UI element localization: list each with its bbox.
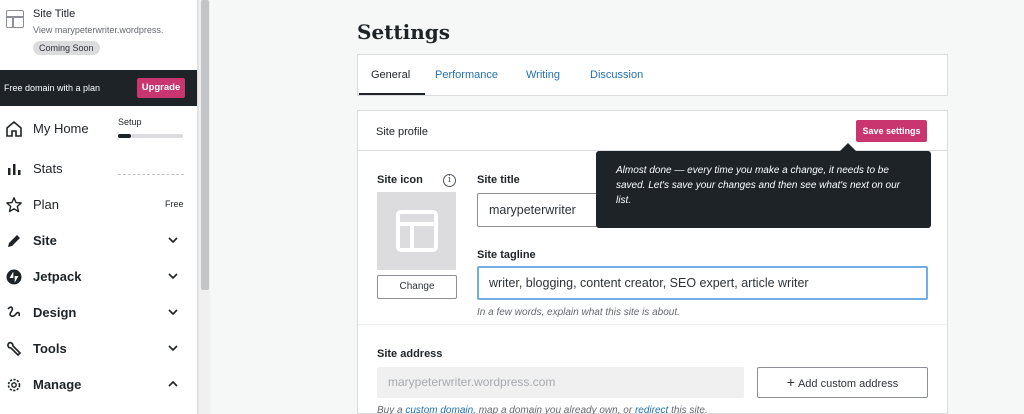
sidebar-item-label: Tools [33,341,67,356]
setup-label: Setup [118,117,142,127]
address-hint: Buy a custom domain, map a domain you al… [377,405,708,414]
chevron-down-icon [168,237,178,244]
change-icon-button[interactable]: Change [377,275,457,299]
app-root: Site Title View marypeterwriter.wordpres… [0,0,1024,414]
plus-icon: + [786,374,795,390]
site-address-input: marypeterwriter.wordpress.com [377,367,744,398]
site-layout-icon [6,10,24,28]
chevron-down-icon [168,345,178,352]
sidebar-item-label: Stats [33,161,63,176]
site-title-input[interactable]: marypeterwriter [477,193,607,227]
custom-domain-link[interactable]: custom domain, [405,405,476,414]
section-divider [358,324,947,325]
save-settings-button[interactable]: Save settings [856,120,927,142]
hint-text: this site. [668,405,708,414]
hint-text: map a domain you already own, or [475,405,635,414]
home-icon [6,120,22,137]
sidebar-item-stats[interactable]: Stats [0,151,197,187]
site-icon-label: Site icon [377,174,423,186]
site-layout-icon [396,210,438,252]
tagline-help-text: In a few words, explain what this site i… [477,307,680,318]
scrollbar-thumb[interactable] [201,0,209,290]
upgrade-button[interactable]: Upgrade [137,78,185,98]
site-card[interactable]: Site Title View marypeterwriter.wordpres… [0,0,197,70]
chevron-up-icon [168,380,178,387]
sidebar-item-plan[interactable]: Plan Free [0,187,197,223]
settings-tabs: General Performance Writing Discussion [357,54,948,96]
card-header: Site profile Save settings [358,111,947,151]
brush-icon [7,306,21,317]
sidebar: Site Title View marypeterwriter.wordpres… [0,0,198,414]
pencil-icon [8,235,20,247]
active-tab-indicator [359,93,425,95]
sidebar-item-label: Manage [33,377,82,392]
site-address-label: Site address [377,348,443,360]
sidebar-item-label: Site [33,233,57,248]
sidebar-item-design[interactable]: Design [0,295,197,331]
sidebar-item-label: My Home [33,121,89,136]
tab-performance[interactable]: Performance [435,69,498,81]
domain-banner[interactable]: Free domain with a plan Upgrade [0,70,197,106]
sidebar-item-manage[interactable]: Manage [0,367,197,403]
sidebar-item-label: Plan [33,197,60,212]
add-custom-address-button[interactable]: + Add custom address [757,367,928,398]
tooltip-arrow [840,143,856,151]
stats-sparkline [118,174,184,175]
star-icon [6,197,22,213]
sidebar-item-label: Design [33,305,77,320]
sidebar-item-my-home[interactable]: My Home [0,111,197,147]
sidebar-item-tools[interactable]: Tools [0,331,197,367]
info-icon[interactable]: i [443,174,456,187]
stats-icon [8,164,21,175]
sidebar-item-jetpack[interactable]: Jetpack [0,259,197,295]
hint-text: Buy a [377,405,406,414]
wrench-icon [7,341,22,357]
tab-discussion[interactable]: Discussion [590,69,643,81]
site-title-label: Site title [477,174,520,186]
card-header-title: Site profile [376,126,428,138]
site-card-title: Site Title [33,8,76,20]
setup-progress-bar [118,134,183,138]
sidebar-item-label: Jetpack [33,269,82,284]
site-icon-preview[interactable] [377,192,456,270]
status-badge: Coming Soon [33,41,100,55]
tab-general[interactable]: General [371,69,410,81]
setup-progress-fill [118,134,131,138]
add-address-label: Add custom address [797,378,899,390]
guide-tooltip: Almost done — every time you make a chan… [596,151,931,228]
gear-icon [7,378,21,392]
domain-banner-text: Free domain with a plan [4,83,101,93]
plan-badge: Free [165,199,184,209]
page-title: Settings [357,20,451,44]
tab-writing[interactable]: Writing [526,69,560,81]
chevron-down-icon [168,273,178,280]
site-tagline-input[interactable]: writer, blogging, content creator, SEO e… [477,266,928,300]
sidebar-item-site[interactable]: Site [0,223,197,259]
redirect-link[interactable]: redirect [635,405,668,414]
sidebar-scrollbar[interactable] [198,0,210,414]
site-card-url[interactable]: View marypeterwriter.wordpress. [33,25,183,35]
chevron-down-icon [168,309,178,316]
jetpack-icon [6,269,22,285]
site-tagline-label: Site tagline [477,249,536,261]
